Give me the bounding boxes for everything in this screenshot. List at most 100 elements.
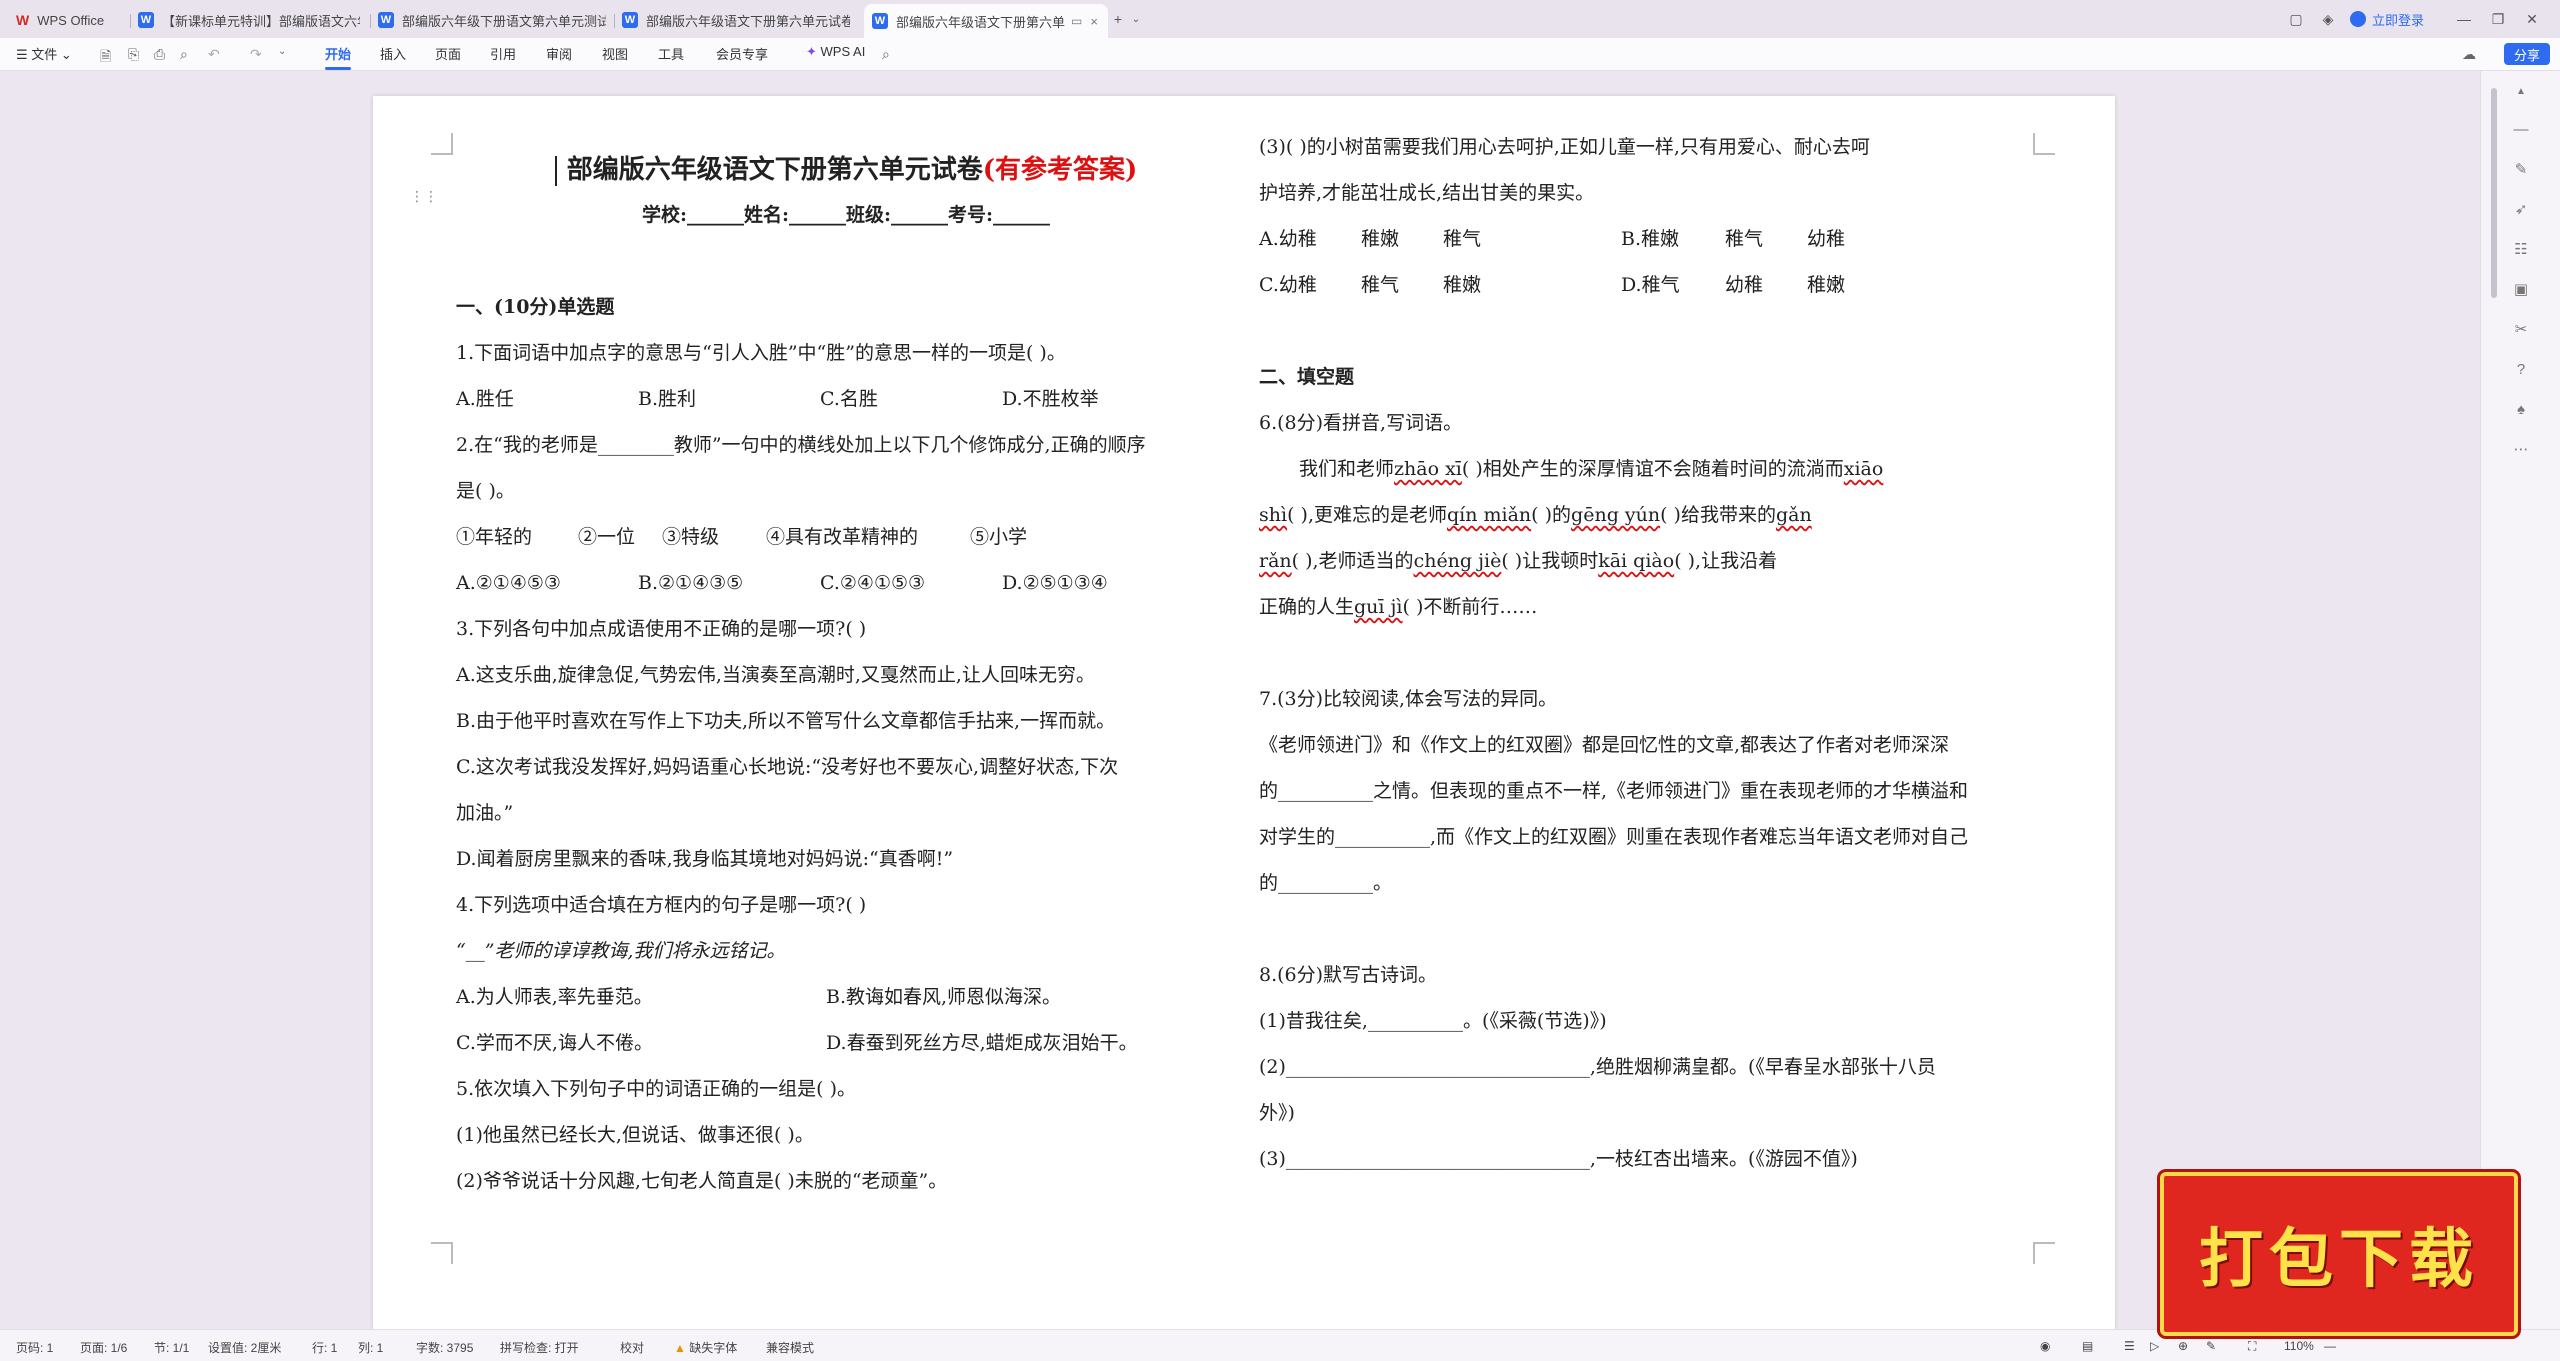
word-doc-icon: W [872,13,888,29]
crop-mark [2033,1242,2055,1264]
share-button[interactable]: 分享 [2503,43,2550,65]
zoom-level[interactable]: 110% [2284,1339,2314,1353]
chevron-down-icon[interactable]: ⌄ [1128,8,1144,30]
minimize-icon[interactable]: — [2454,8,2474,30]
question-5-options-row-1: A.幼稚 稚嫩 稚气 B.稚嫩 稚气 幼稚 [1259,228,1846,250]
drag-handle-icon[interactable]: ⋮⋮ [410,188,438,205]
zoom-out-icon[interactable]: — [2324,1339,2336,1353]
question-1-options: A.胜任 B.胜利 C.名胜 D.不胜枚举 [456,388,1099,410]
tab-doc-3[interactable]: W 部编版六年级语文下册第六单元试卷 [622,6,850,34]
tab-label: 部编版六年级语文下册第六单元试卷 [646,13,850,29]
left-column: 部编版六年级语文下册第六单元试卷(有参考答案) 学校:______姓名:____… [456,148,1236,1204]
status-page[interactable]: 页码: 1 [16,1339,53,1356]
search-icon[interactable]: ⌕ [882,46,890,63]
tab-doc-1[interactable]: W 【新课标单元特训】部编版语文六年 [138,6,360,34]
shirt-icon[interactable]: ♠ [2511,399,2531,419]
status-spellcheck[interactable]: 拼写检查: 打开 [500,1339,579,1356]
question-6-line-4: 正确的人生guī jì( )不断前行…… [1259,596,1538,618]
status-words[interactable]: 字数: 3795 [416,1339,473,1356]
monitor-icon[interactable]: ▭ [1071,14,1082,28]
question-6-line-1: 我们和老师zhāo xī( )相处产生的深厚情谊不会随着时间的流淌而xiāo [1299,458,1884,480]
word-doc-icon: W [138,12,154,28]
question-5-sentence-3: (3)( )的小树苗需要我们用心去呵护,正如儿童一样,只有用爱心、耐心去呵 [1259,136,1870,158]
ai-icon: ✦ [806,44,817,59]
close-window-icon[interactable]: ✕ [2522,8,2542,30]
export-icon[interactable]: ⎘ [128,46,139,63]
menu-references[interactable]: 引用 [490,44,516,63]
word-doc-icon: W [378,12,394,28]
tab-doc-4-active[interactable]: W 部编版六年级语文下册第六单 ▭ × [864,4,1108,38]
redo-icon[interactable]: ↷ [250,46,262,63]
question-5-sentence-1: (1)他虽然已经长大,但说话、做事还很( )。 [456,1124,814,1146]
close-tab-icon[interactable]: × [1090,14,1098,29]
help-icon[interactable]: ? [2511,359,2531,379]
menu-review[interactable]: 审阅 [546,44,572,63]
menu-home[interactable]: 开始 [325,44,352,70]
login-button[interactable]: 立即登录 [2350,8,2424,30]
outline-icon[interactable]: ☰ [2124,1339,2135,1353]
question-6-line-2: shì( ),更难忘的是老师qín miǎn( )的gēng yún( )给我带… [1259,504,1812,526]
status-missing-font[interactable]: ▲ 缺失字体 [674,1339,737,1356]
menu-insert[interactable]: 插入 [380,44,406,63]
eye-icon[interactable]: ◉ [2040,1339,2050,1353]
question-2: 2.在“我的老师是________教师”一句中的横线处加上以下几个修饰成分,正确… [456,434,1146,456]
status-pages[interactable]: 页面: 1/6 [80,1339,127,1356]
crop-mark [431,133,453,155]
menu-view[interactable]: 视图 [602,44,628,63]
file-menu[interactable]: ☰ 文件 ⌄ [16,44,72,63]
status-section[interactable]: 节: 1/1 [154,1339,189,1356]
cloud-icon[interactable]: ☁ [2462,46,2476,63]
question-2-options: A.②①④⑤③ B.②①④③⑤ C.②④①⑤③ D.②⑤①③④ [456,572,1108,594]
page-view-icon[interactable]: ▤ [2082,1339,2093,1353]
question-3: 3.下列各句中加点成语使用不正确的是哪一项?( ) [456,618,867,640]
download-badge[interactable]: 打包下载 [2160,1172,2518,1336]
status-setting[interactable]: 设置值: 2厘米 [208,1339,281,1356]
menu-wps-ai[interactable]: ✦ WPS AI [806,44,865,60]
section-heading: 二、填空题 [1259,366,1355,388]
menu-member[interactable]: 会员专享 [716,44,768,63]
vertical-scrollbar[interactable] [2491,88,2497,298]
avatar-icon [2350,11,2366,27]
menu-tools[interactable]: 工具 [658,44,684,63]
question-5-options-row-2: C.幼稚 稚气 稚嫩 D.稚气 幼稚 稚嫩 [1259,274,1846,296]
more-chevron-icon[interactable]: ⌄ [278,46,286,57]
cube-icon[interactable]: ◈ [2318,8,2338,30]
image-icon[interactable]: ▣ [2511,279,2531,299]
new-tab-icon[interactable]: + [1108,8,1128,30]
document-title: 部编版六年级语文下册第六单元试卷(有参考答案) [456,148,1236,192]
question-7-line-4: 的__________。 [1259,872,1393,894]
tab-doc-2[interactable]: W 部编版六年级下册语文第六单元测试 [378,6,606,34]
cursor-icon[interactable]: ➶ [2511,199,2531,219]
tools-icon[interactable]: ✂ [2511,319,2531,339]
undo-icon[interactable]: ↶ [208,46,220,63]
play-icon[interactable]: ▷ [2150,1339,2159,1353]
fit-icon[interactable]: ⛶ [2248,1339,2256,1354]
status-row[interactable]: 行: 1 [312,1339,337,1356]
question-6-line-3: rǎn( ),老师适当的chéng jiè( )让我顿时kāi qiào( ),… [1259,550,1778,572]
tab-wps-home[interactable]: W WPS Office [16,6,126,34]
edit-icon[interactable]: ✎ [2206,1339,2216,1353]
question-5-sentence-2: (2)爷爷说话十分风趣,七旬老人简直是( )未脱的“老顽童”。 [456,1170,948,1192]
sliders-icon[interactable]: ☷ [2511,239,2531,259]
print-icon[interactable]: ⎙ [154,46,165,63]
status-compat-mode[interactable]: 兼容模式 [766,1339,814,1356]
status-col[interactable]: 列: 1 [358,1339,383,1356]
right-column: (3)( )的小树苗需要我们用心去呵护,正如儿童一样,只有用爱心、耐心去呵 护培… [1259,124,2049,1182]
restore-icon[interactable]: ❐ [2488,8,2508,30]
question-7-line-2: 的__________之情。但表现的重点不一样,《老师领进门》重在表现老师的才华… [1259,780,1969,802]
window-layout-icon[interactable]: ▢ [2286,8,2306,30]
pen-icon[interactable]: ✎ [2511,159,2531,179]
question-4-options-row-2: C.学而不厌,诲人不倦。 D.春蚕到死丝方尽,蜡炬成灰泪始干。 [456,1032,1138,1054]
menu-page[interactable]: 页面 [435,44,461,63]
tab-label: WPS Office [37,12,105,28]
print-preview-icon[interactable]: ⌕ [180,46,188,63]
save-icon[interactable]: 🗎 [100,46,111,70]
document-workspace[interactable]: 部编版六年级语文下册第六单元试卷(有参考答案) 学校:______姓名:____… [0,71,2480,1329]
web-view-icon[interactable]: ⊕ [2178,1339,2188,1353]
status-proofread[interactable]: 校对 [620,1339,644,1356]
tab-label: 部编版六年级语文下册第六单 [896,14,1066,30]
collapse-icon[interactable]: — [2511,119,2531,139]
scroll-up-icon[interactable]: ▲ [2511,81,2531,101]
document-page[interactable]: 部编版六年级语文下册第六单元试卷(有参考答案) 学校:______姓名:____… [373,96,2115,1329]
more-icon[interactable]: ⋯ [2511,439,2531,459]
